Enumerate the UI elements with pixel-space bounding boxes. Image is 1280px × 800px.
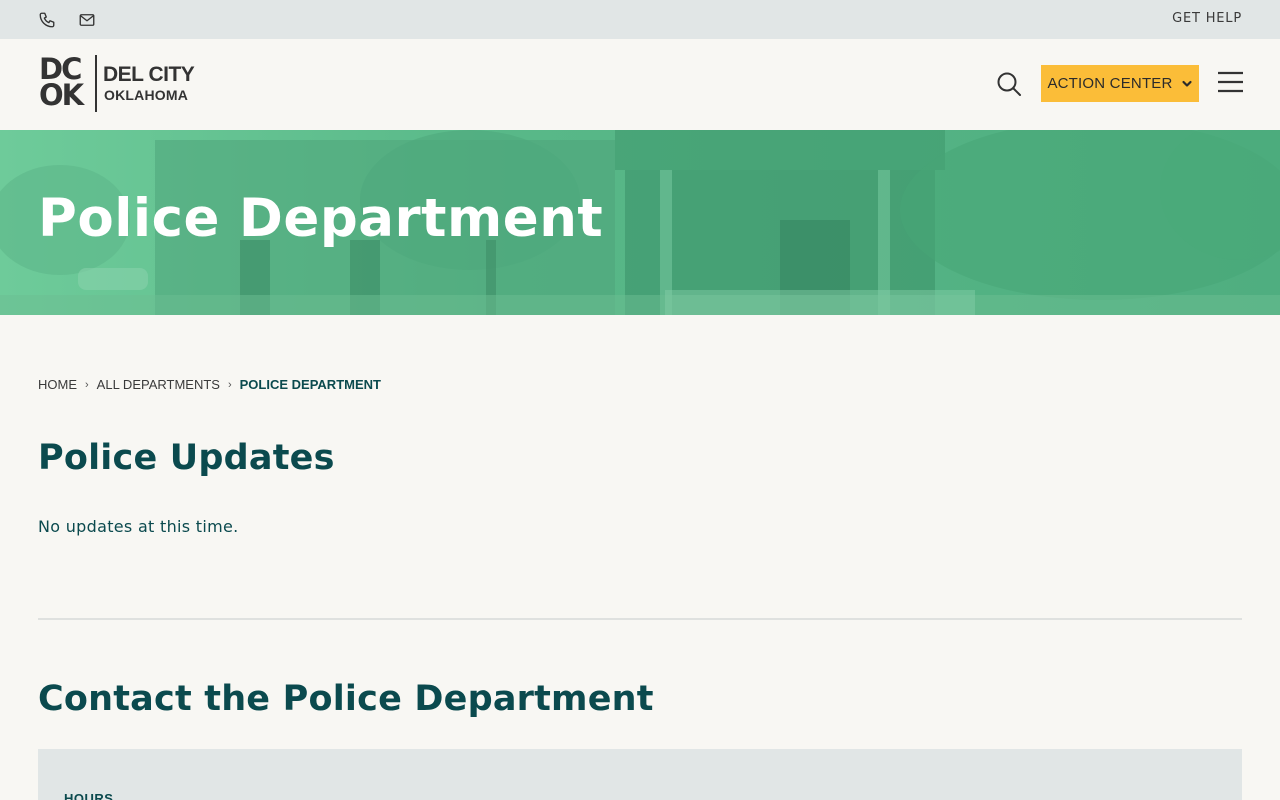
section-divider — [38, 618, 1242, 620]
breadcrumb-home[interactable]: HOME — [38, 377, 77, 392]
envelope-icon[interactable] — [78, 11, 96, 29]
action-center-button[interactable]: ACTION CENTER — [1041, 65, 1199, 102]
utility-bar: GET HELP — [0, 0, 1280, 39]
updates-heading: Police Updates — [38, 438, 335, 478]
search-icon[interactable] — [996, 71, 1022, 97]
hamburger-icon[interactable] — [1218, 71, 1243, 93]
get-help-link[interactable]: GET HELP — [1172, 11, 1242, 26]
contact-card: HOURS — [38, 749, 1242, 800]
hours-label: HOURS — [64, 791, 114, 800]
breadcrumb-current: POLICE DEPARTMENT — [239, 377, 381, 392]
breadcrumb-separator-icon: › — [85, 378, 89, 391]
action-center-label: ACTION CENTER — [1047, 75, 1173, 92]
site-header: DC OK DEL CITY OKLAHOMA ACTION CENTER — [0, 39, 1280, 130]
page-title: Police Department — [38, 188, 604, 249]
logo-state-name: OKLAHOMA — [104, 87, 189, 103]
breadcrumb: HOME › ALL DEPARTMENTS › POLICE DEPARTME… — [38, 377, 381, 392]
chevron-down-icon — [1181, 80, 1192, 87]
logo-divider — [95, 55, 97, 112]
del-city-logo[interactable]: DC OK DEL CITY OKLAHOMA — [39, 55, 209, 113]
updates-text: No updates at this time. — [38, 517, 239, 536]
phone-icon[interactable] — [38, 11, 56, 29]
logo-mark-bottom: OK — [39, 78, 84, 112]
hero-banner: Police Department — [0, 130, 1280, 315]
logo-mark: DC OK — [39, 55, 91, 112]
breadcrumb-departments[interactable]: ALL DEPARTMENTS — [97, 377, 220, 392]
contact-heading: Contact the Police Department — [38, 679, 654, 719]
breadcrumb-separator-icon: › — [227, 378, 232, 391]
logo-city-name: DEL CITY — [103, 63, 195, 86]
